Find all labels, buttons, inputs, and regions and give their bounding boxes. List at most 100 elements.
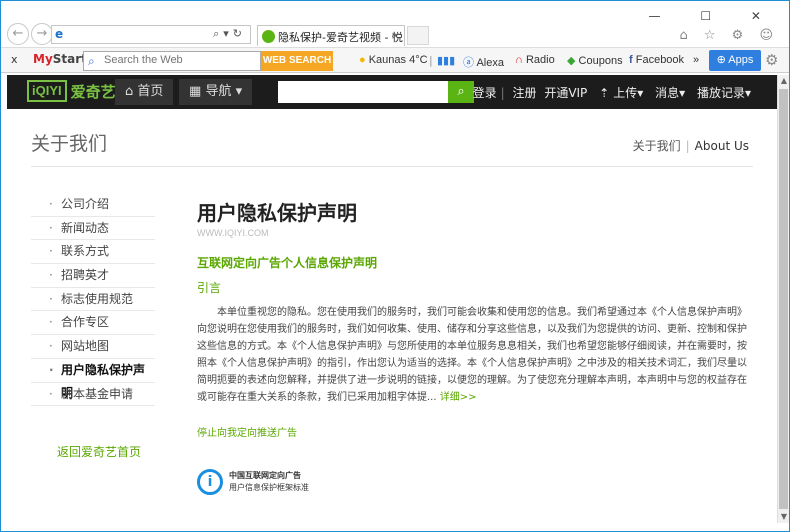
home-link[interactable]: ⌂ 首页 [115, 79, 174, 105]
back-button[interactable]: ← [7, 23, 29, 45]
weather-label: Kaunas 4°C [368, 54, 428, 66]
intro-heading: 引言 [197, 281, 222, 295]
mystart-logo-my: My [33, 52, 53, 66]
read-more-link[interactable]: 详细>> [440, 392, 477, 403]
tab-close-icon[interactable]: × [391, 29, 400, 42]
ad-standard-badge[interactable]: i 中国互联网定向广告 用户信息保护框架标准 [197, 469, 749, 497]
headphones-icon: ∩ [515, 54, 523, 66]
register-link[interactable]: 注册 [512, 86, 536, 100]
upload-link[interactable]: ⇡ 上传▾ [595, 86, 643, 100]
breadcrumb-divider: | [685, 139, 690, 153]
upload-label: 上传 [613, 86, 638, 100]
messages-label: 消息 [655, 86, 680, 100]
toolbar-search-input[interactable] [104, 54, 254, 66]
sidebar-nav: 公司介绍 新闻动态 联系方式 招聘英才 标志使用规范 合作专区 网站地图 用户隐… [31, 193, 155, 407]
tab-favicon-icon [262, 30, 275, 43]
addon-toolbar: x MyStart ⌕ WEB SEARCH ● Kaunas 4°C | ▮▮… [1, 47, 789, 73]
address-tools-icons[interactable]: ⌕▾↻ [213, 27, 246, 41]
coupons-label: Coupons [578, 55, 623, 67]
mystart-logo[interactable]: MyStart [33, 52, 87, 66]
site-header: iQIYI 爱奇艺 ⌂ 首页 ▦ 导航 ▾ ⌕ 登录 | 注册 开通VIP ⇡ 上传▾… [7, 75, 777, 109]
sidebar-item-careers[interactable]: 招聘英才 [31, 264, 155, 288]
breadcrumb-en[interactable]: About Us [695, 139, 749, 153]
apps-button[interactable]: ⊕ Apps [709, 50, 761, 71]
tab-active[interactable]: 隐私保护-爱奇艺视频 - 悦... × [257, 25, 405, 46]
upload-icon: ⇡ [599, 86, 610, 100]
radio-label: Radio [525, 54, 555, 66]
gear-icon[interactable]: ⚙ [765, 51, 778, 69]
toolbar-divider: | [429, 54, 433, 67]
page-content: 关于我们 关于我们 | About Us 公司介绍 新闻动态 联系方式 招聘英才 标… [7, 109, 777, 525]
header-divider: | [500, 86, 505, 100]
sidebar-item-sitemap[interactable]: 网站地图 [31, 335, 155, 359]
radio-link[interactable]: ∩ Radio [515, 54, 555, 66]
history-link[interactable]: 播放记录▾ [693, 86, 751, 100]
forward-button[interactable]: → [31, 23, 53, 45]
mystart-logo-start: Start [52, 52, 87, 66]
article-heading: 用户隐私保护声明 [197, 201, 357, 225]
scroll-thumb[interactable] [779, 89, 788, 509]
article-url: WWW.IQIYI.COM [197, 228, 269, 238]
browser-right-icons[interactable]: ⌂ ☆ ⚙ ☺ [679, 28, 779, 43]
badge-line-2: 用户信息保护框架标准 [229, 483, 309, 492]
back-home-link[interactable]: 返回爱奇艺首页 [57, 443, 141, 460]
nav-menu[interactable]: ▦ 导航 ▾ [179, 79, 253, 105]
sidebar-item-partners[interactable]: 合作专区 [31, 311, 155, 336]
signal-bars-icon[interactable]: ▮▮▮ [437, 54, 455, 67]
sidebar-item-script-fund[interactable]: 剧本基金申请 [31, 383, 155, 407]
messages-link[interactable]: 消息▾ [651, 86, 685, 100]
stop-ads-link[interactable]: 停止向我定向推送广告 [197, 424, 749, 439]
logo-text: 爱奇艺 [70, 83, 116, 101]
page-title: 关于我们 [31, 133, 108, 155]
paragraph-text: 本单位重视您的隐私。您在使用我们的服务时，我们可能会收集和使用您的信息。我们希望… [197, 307, 747, 403]
address-bar[interactable]: e ⌕▾↻ [51, 25, 251, 44]
scroll-up-icon[interactable]: ▲ [778, 75, 790, 87]
article-paragraph: 本单位重视您的隐私。您在使用我们的服务时，我们可能会收集和使用您的信息。我们希望… [197, 304, 749, 406]
header-links: 登录 | 注册 开通VIP ⇡ 上传▾ 消息▾ 播放记录▾ [469, 84, 751, 101]
sun-icon: ● [359, 54, 366, 66]
vertical-scrollbar[interactable]: ▲ ▼ [777, 75, 789, 523]
breadcrumb-cn[interactable]: 关于我们 [633, 139, 681, 153]
coupons-link[interactable]: ◆ Coupons [567, 54, 623, 67]
title-bar: ← → e ⌕▾↻ 隐私保护-爱奇艺视频 - 悦... × — ☐ ✕ ⌂ ☆ … [1, 1, 789, 47]
sidebar-item-company[interactable]: 公司介绍 [31, 193, 155, 217]
caret-down-icon: ▾ [235, 84, 243, 99]
ie-icon: e [55, 27, 64, 41]
alexa-icon: ⓐ [463, 57, 474, 69]
breadcrumb: 关于我们 | About Us [633, 137, 749, 154]
alexa-link[interactable]: ⓐ Alexa [463, 54, 504, 70]
toolbar-close-icon[interactable]: x [11, 53, 18, 66]
sidebar-item-logo-guide[interactable]: 标志使用规范 [31, 288, 155, 312]
tag-icon: ◆ [567, 55, 576, 67]
iqiyi-logo[interactable]: iQIYI 爱奇艺 [27, 80, 116, 104]
toolbar-search-box[interactable]: ⌕ [83, 51, 261, 71]
new-tab-button[interactable] [407, 26, 429, 45]
plus-icon: ⊕ [716, 54, 726, 66]
nav-label: 导航 [205, 84, 232, 99]
window-controls[interactable]: — ☐ ✕ [649, 9, 779, 23]
facebook-icon: f [629, 54, 633, 66]
badge-line-1: 中国互联网定向广告 [229, 471, 301, 480]
sidebar-item-privacy[interactable]: 用户隐私保护声明 [31, 359, 155, 400]
sidebar-item-contact[interactable]: 联系方式 [31, 240, 155, 265]
info-icon: i [197, 469, 223, 495]
search-icon: ⌕ [88, 54, 95, 68]
grid-icon: ▦ [189, 84, 202, 99]
toolbar-more-button[interactable]: » [693, 54, 699, 66]
sidebar-item-news[interactable]: 新闻动态 [31, 217, 155, 241]
apps-label: Apps [728, 54, 754, 66]
scroll-down-icon[interactable]: ▼ [778, 511, 790, 523]
login-link[interactable]: 登录 [473, 86, 497, 100]
browser-window: ← → e ⌕▾↻ 隐私保护-爱奇艺视频 - 悦... × — ☐ ✕ ⌂ ☆ … [0, 0, 790, 532]
site-search-input[interactable] [278, 81, 448, 103]
web-search-button[interactable]: WEB SEARCH [261, 51, 333, 71]
facebook-link[interactable]: f Facebook [629, 54, 684, 66]
section-title: 互联网定向广告个人信息保护声明 [197, 256, 378, 270]
weather-widget[interactable]: ● Kaunas 4°C [359, 54, 428, 66]
vip-link[interactable]: 开通VIP [544, 86, 587, 100]
home-icon: ⌂ [125, 84, 134, 99]
home-label: 首页 [137, 84, 164, 99]
article: 用户隐私保护声明 WWW.IQIYI.COM 互联网定向广告个人信息保护声明 引… [197, 197, 749, 497]
title-divider [31, 166, 753, 167]
history-label: 播放记录 [696, 86, 745, 100]
